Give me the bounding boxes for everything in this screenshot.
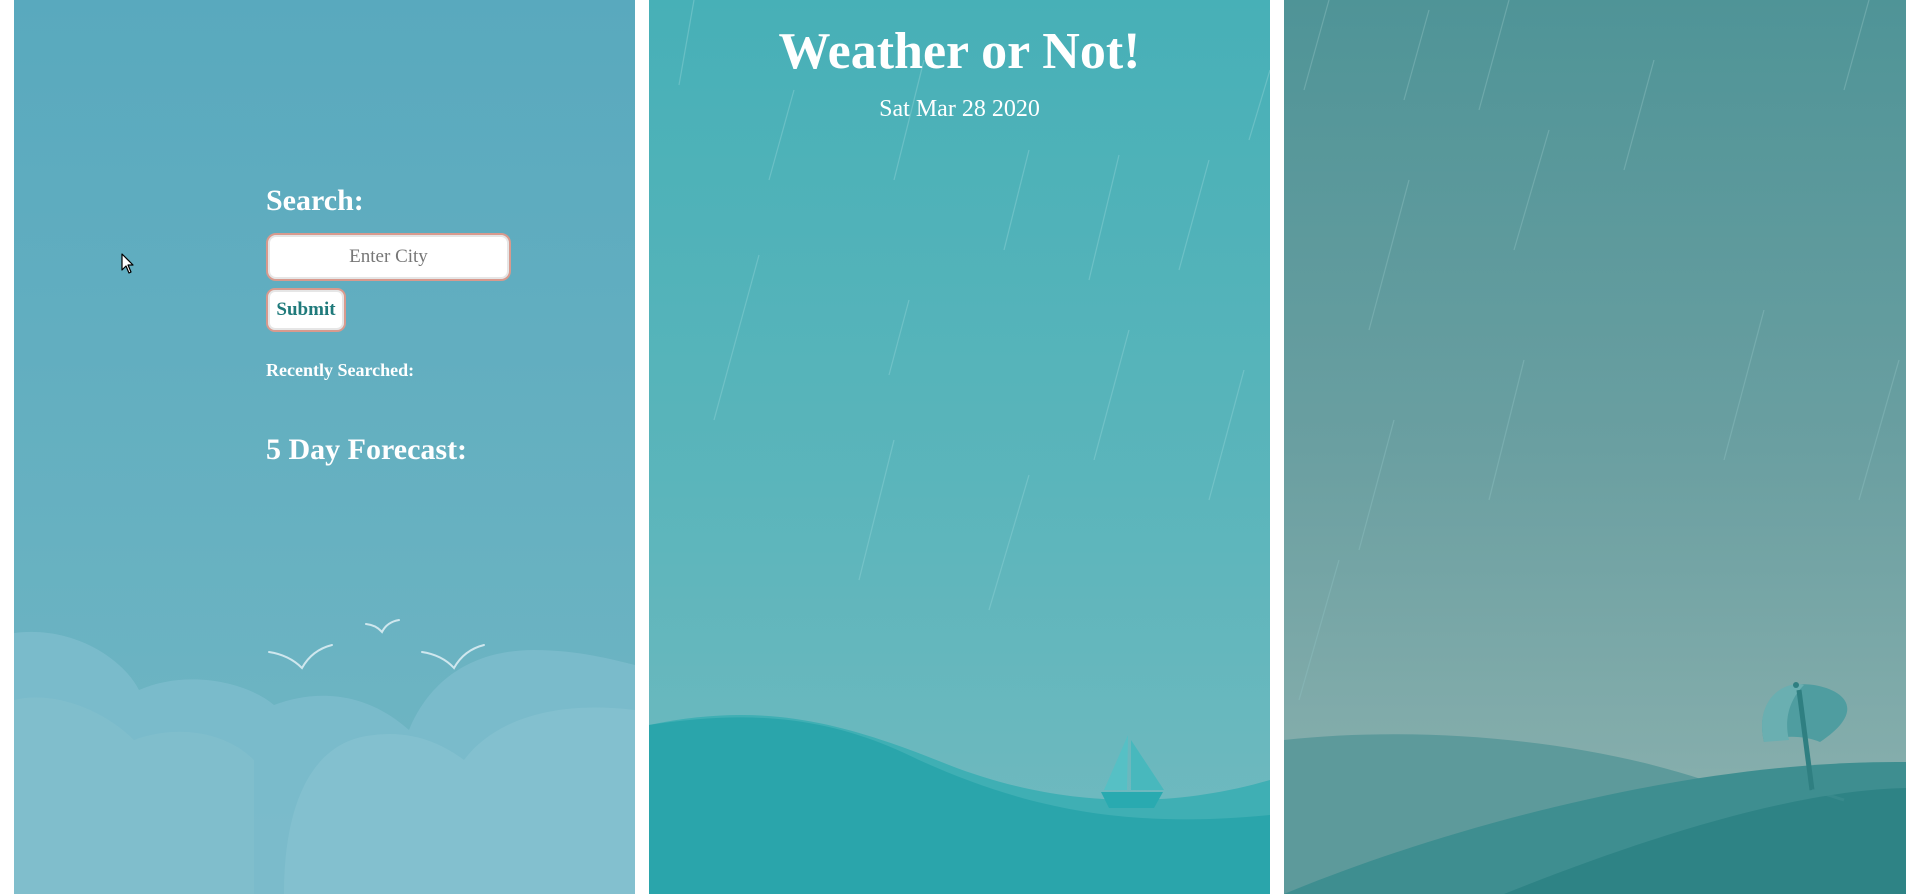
birds-icon	[268, 619, 485, 670]
mouse-cursor-icon	[121, 253, 134, 274]
forecast-title: 5 Day Forecast:	[266, 433, 468, 466]
search-title: Search:	[266, 184, 364, 217]
search-section: Search: Submit Recently Searched: 5 Day …	[266, 183, 526, 467]
sea-illustration	[649, 0, 1270, 894]
city-input[interactable]	[266, 233, 511, 281]
middle-panel: Weather or Not! Sat Mar 28 2020	[649, 0, 1270, 894]
page-title: Weather or Not!	[778, 23, 1141, 80]
submit-button[interactable]: Submit	[266, 288, 346, 332]
current-date: Sat Mar 28 2020	[879, 96, 1040, 122]
page-header: Weather or Not! Sat Mar 28 2020	[649, 22, 1270, 123]
left-panel: Search: Submit Recently Searched: 5 Day …	[14, 0, 635, 894]
sailboat-icon	[1101, 735, 1164, 808]
beach-illustration	[1284, 0, 1906, 894]
recently-searched-title: Recently Searched:	[266, 360, 415, 380]
right-panel	[1284, 0, 1906, 894]
